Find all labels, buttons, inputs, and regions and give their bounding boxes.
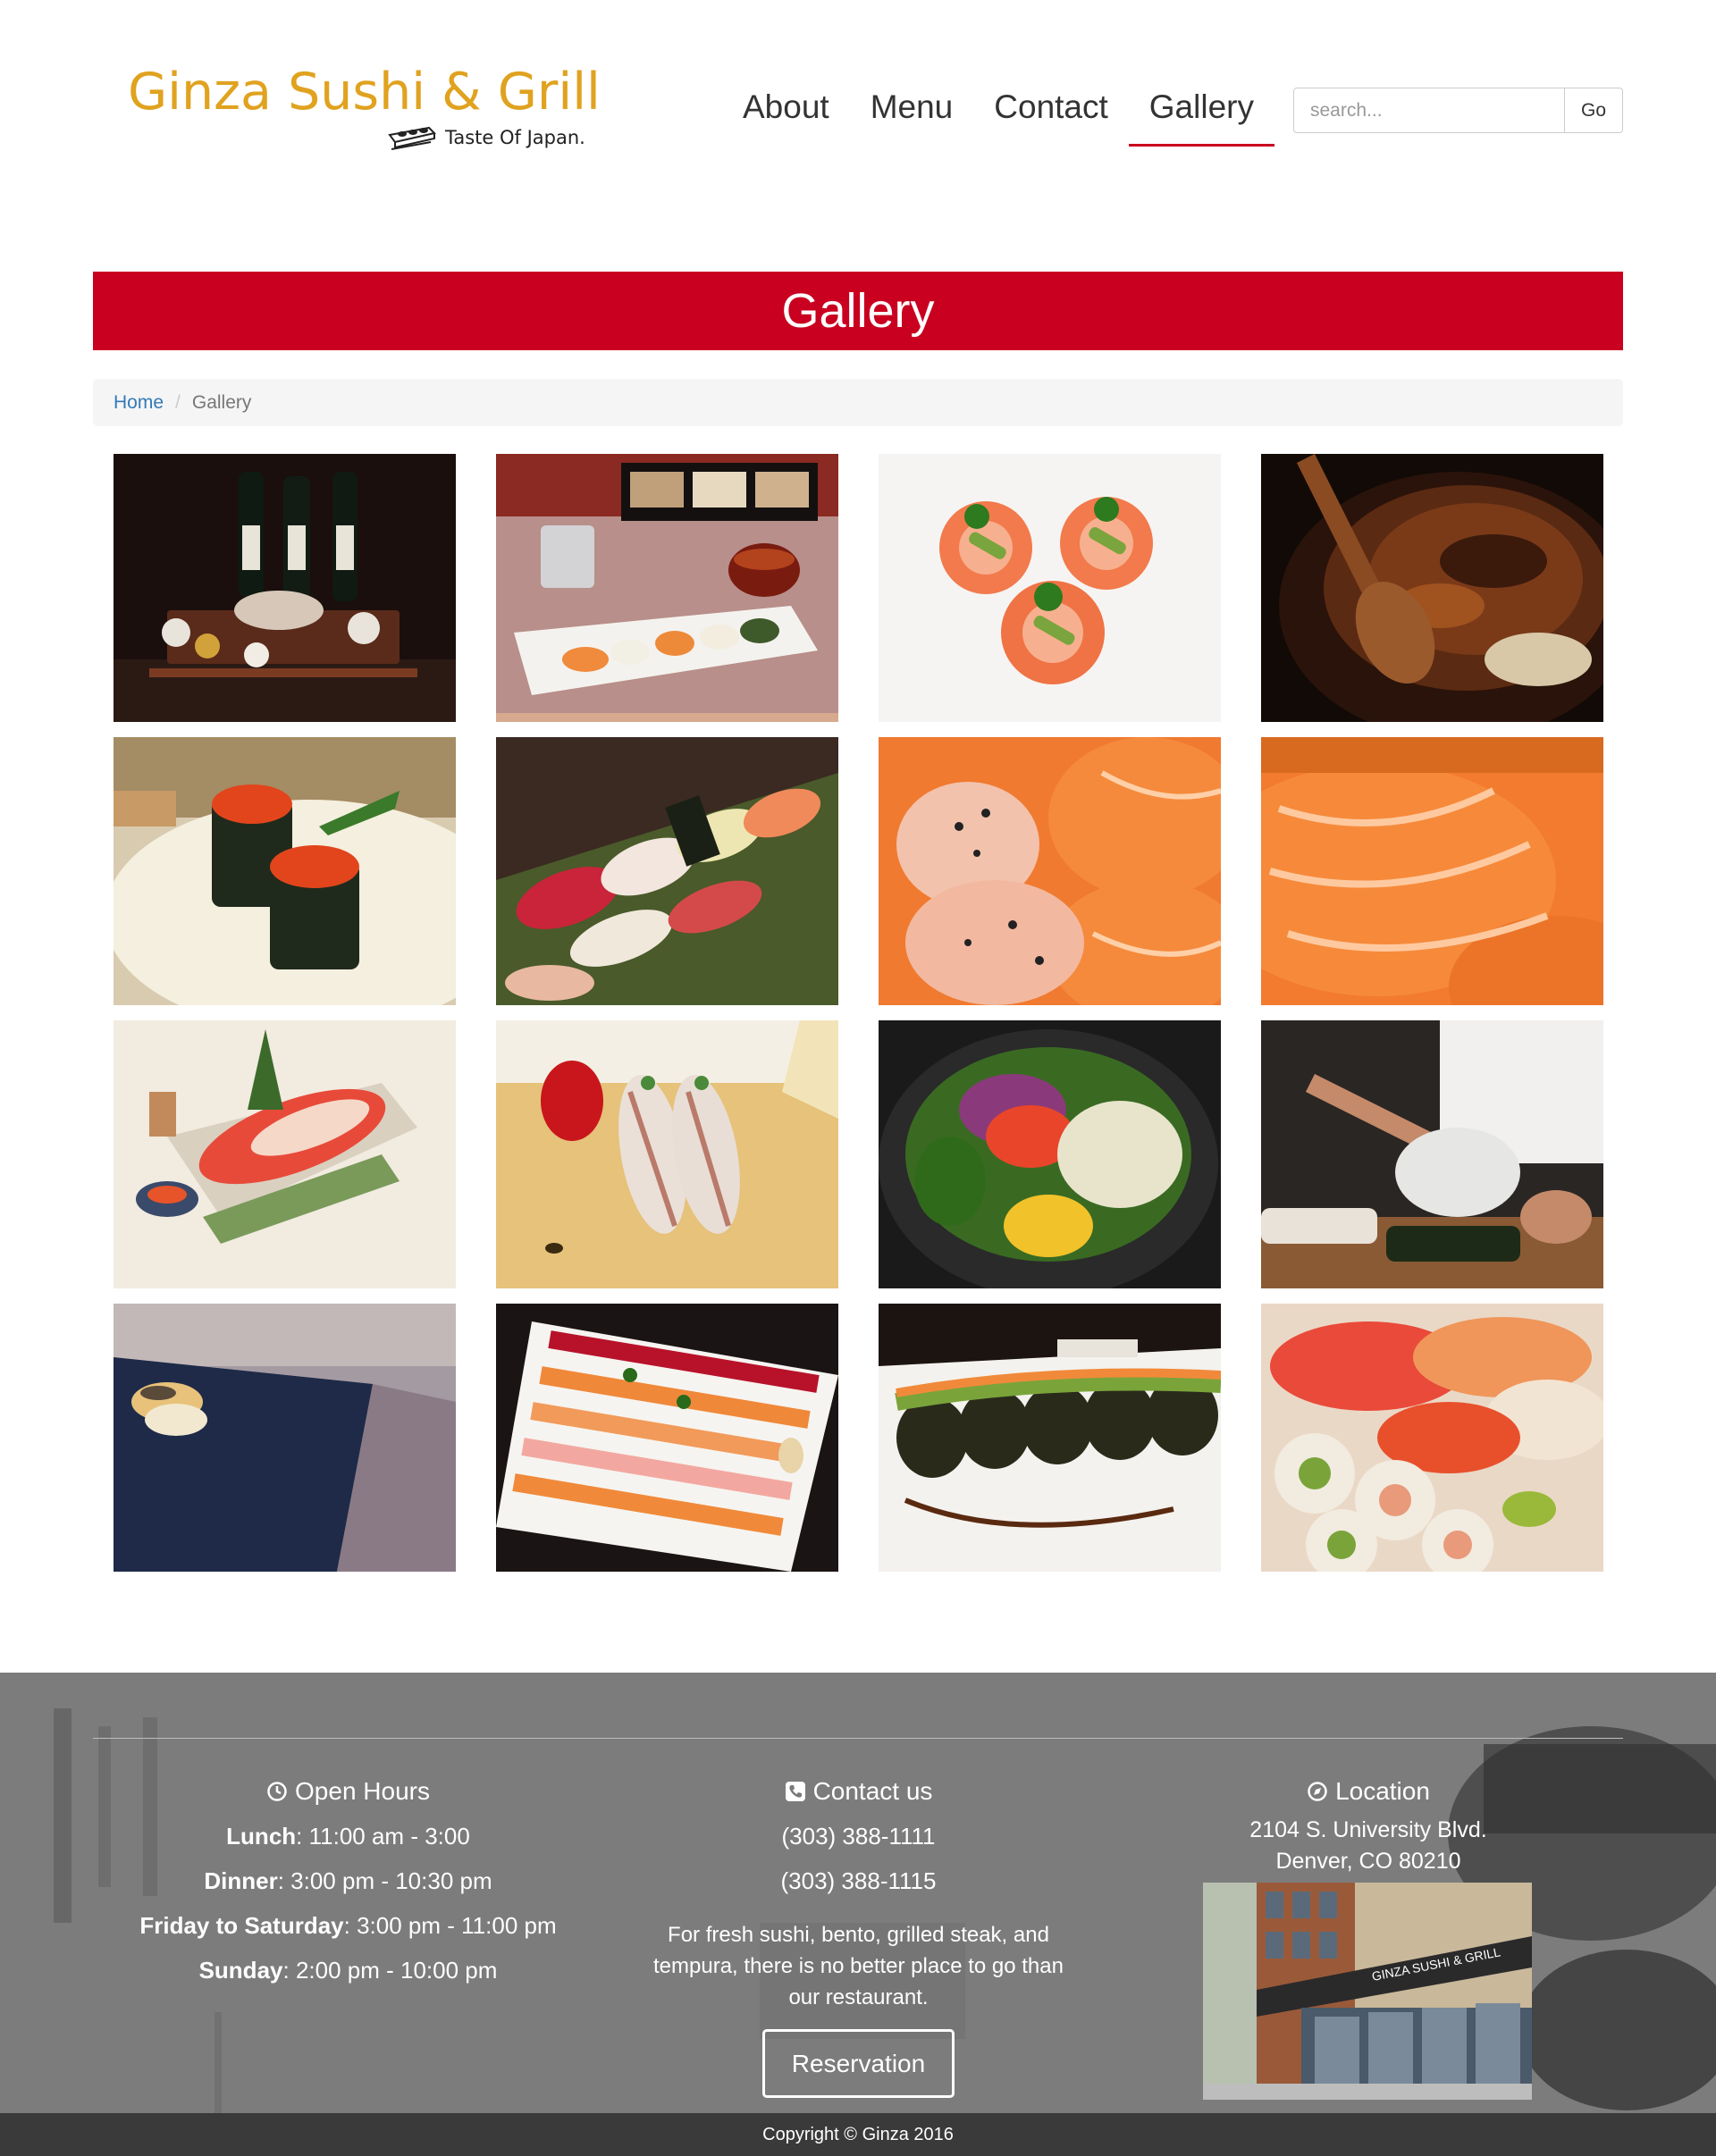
- location-heading: Location: [1114, 1775, 1623, 1808]
- gallery-image-spicy-salmon[interactable]: [879, 737, 1221, 1005]
- gallery-image-poke-bowl[interactable]: [879, 1020, 1221, 1288]
- hours-label: Dinner: [204, 1867, 278, 1894]
- footer-contact: Contact us (303) 388-1111 (303) 388-1115…: [603, 1775, 1114, 2098]
- page-title: Gallery: [93, 272, 1623, 350]
- gallery-image-shrimp[interactable]: [879, 454, 1221, 722]
- gallery-image-salmon-closeup[interactable]: [1261, 737, 1603, 1005]
- storefront-photo[interactable]: GINZA SUSHI & GRILL: [1203, 1883, 1532, 2100]
- breadcrumb: Home / Gallery: [93, 379, 1623, 426]
- contact-blurb: For fresh sushi, bento, grilled steak, a…: [653, 1923, 1064, 2009]
- gallery-image-mackerel-nigiri[interactable]: [496, 1020, 838, 1288]
- nav-contact[interactable]: Contact: [973, 82, 1129, 147]
- gallery-image-dragon-roll[interactable]: [879, 1304, 1221, 1572]
- hours-row: Friday to Saturday: 3:00 pm - 11:00 pm: [93, 1903, 603, 1948]
- gallery-image-tobiko[interactable]: [114, 737, 456, 1005]
- gallery-image-unagi-bowl[interactable]: [1261, 454, 1603, 722]
- address-line-2: Denver, CO 80210: [1275, 1849, 1461, 1874]
- hours-row: Lunch: 11:00 am - 3:00: [93, 1814, 603, 1858]
- hours-row: Dinner: 3:00 pm - 10:30 pm: [93, 1858, 603, 1903]
- gallery-image-bento-plate[interactable]: [496, 454, 838, 722]
- nav-menu[interactable]: Menu: [850, 82, 974, 147]
- search-input[interactable]: [1293, 88, 1565, 133]
- footer-divider: [93, 1738, 1623, 1739]
- hours-value: : 11:00 am - 3:00: [296, 1823, 470, 1850]
- gallery-image-nigiri-platter[interactable]: [496, 1304, 838, 1572]
- address-line-1: 2104 S. University Blvd.: [1249, 1817, 1487, 1842]
- clock-icon: [267, 1782, 287, 1801]
- search-form: Go: [1293, 88, 1623, 133]
- phone-number[interactable]: (303) 388-1115: [603, 1858, 1114, 1903]
- hours-value: : 2:00 pm - 10:00 pm: [282, 1957, 498, 1984]
- nav-gallery[interactable]: Gallery: [1128, 82, 1274, 147]
- gallery-grid: [114, 454, 1603, 1572]
- phone-icon: [785, 1782, 805, 1801]
- hours-value: : 3:00 pm - 11:00 pm: [343, 1912, 557, 1939]
- open-hours-heading: Open Hours: [93, 1775, 603, 1808]
- gallery-image-sake-bottles[interactable]: [114, 454, 456, 722]
- nav-about[interactable]: About: [722, 82, 850, 147]
- hours-label: Sunday: [198, 1957, 283, 1984]
- breadcrumb-home-link[interactable]: Home: [114, 392, 164, 414]
- gallery-image-assorted-nigiri[interactable]: [496, 737, 838, 1005]
- search-go-button[interactable]: Go: [1565, 88, 1623, 133]
- logo-title: Ginza Sushi & Grill: [128, 63, 601, 122]
- open-hours-title: Open Hours: [295, 1777, 430, 1805]
- breadcrumb-separator: /: [175, 391, 181, 413]
- hours-label: Lunch: [226, 1823, 297, 1850]
- compass-icon: [1308, 1782, 1327, 1801]
- sushi-tray-icon: [388, 126, 436, 150]
- gallery-image-sashimi-california[interactable]: [1261, 1304, 1603, 1572]
- hours-value: : 3:00 pm - 10:30 pm: [277, 1867, 492, 1894]
- logo-subline: Taste Of Japan.: [386, 122, 585, 153]
- gallery-image-chef-rolling[interactable]: [1261, 1020, 1603, 1288]
- gallery-image-roll-on-slate[interactable]: [114, 1304, 456, 1572]
- footer-open-hours: Open Hours Lunch: 11:00 am - 3:00 Dinner…: [93, 1775, 603, 1992]
- copyright: Copyright © Ginza 2016: [0, 2113, 1716, 2156]
- contact-heading: Contact us: [603, 1775, 1114, 1808]
- phone-number[interactable]: (303) 388-1111: [603, 1814, 1114, 1858]
- logo[interactable]: Ginza Sushi & Grill Taste Of Japan.: [128, 67, 610, 156]
- reservation-button[interactable]: Reservation: [762, 2029, 955, 2098]
- gallery-image-sashimi-boat[interactable]: [114, 1020, 456, 1288]
- hours-row: Sunday: 2:00 pm - 10:00 pm: [93, 1948, 603, 1992]
- main-nav: About Menu Contact Gallery: [722, 82, 1274, 147]
- location-title: Location: [1335, 1777, 1430, 1805]
- address: 2104 S. University Blvd. Denver, CO 8021…: [1114, 1815, 1623, 1877]
- breadcrumb-current: Gallery: [191, 391, 252, 413]
- logo-tagline: Taste Of Japan.: [445, 127, 585, 148]
- hours-label: Friday to Saturday: [139, 1912, 344, 1939]
- contact-title: Contact us: [812, 1777, 933, 1805]
- footer-location: Location 2104 S. University Blvd. Denver…: [1114, 1775, 1623, 1877]
